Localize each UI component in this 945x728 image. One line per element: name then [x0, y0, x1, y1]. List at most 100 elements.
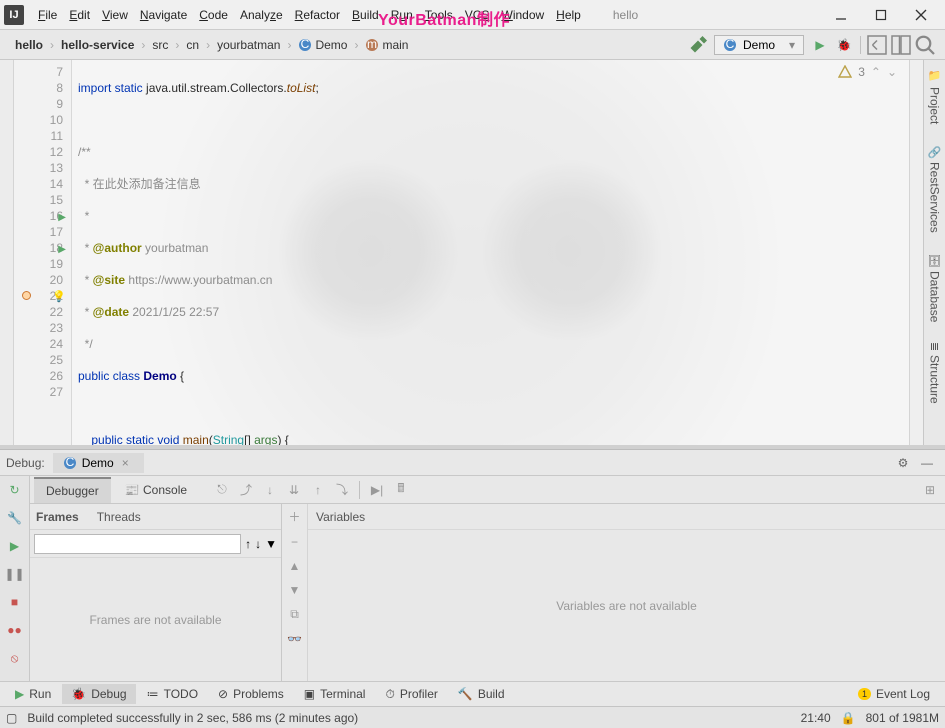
debug-title-label: Debug: — [6, 456, 45, 470]
tool-windows-icon[interactable]: ▢ — [6, 711, 17, 725]
caret-position[interactable]: 21:40 — [801, 711, 831, 725]
maximize-button[interactable] — [861, 1, 901, 29]
inspection-widget[interactable]: 3 ⌃⌄ — [838, 64, 897, 80]
close-button[interactable] — [901, 1, 941, 29]
tab-debugger[interactable]: Debugger — [34, 477, 111, 503]
stop-icon[interactable]: ■ — [5, 592, 25, 612]
menu-edit[interactable]: Edit — [63, 8, 96, 22]
tab-problems[interactable]: ⊘Problems — [209, 684, 293, 704]
menu-code[interactable]: Code — [193, 8, 234, 22]
modify-run-icon[interactable]: 🔧 — [5, 508, 25, 528]
menu-tools[interactable]: Tools — [419, 8, 459, 22]
debug-action-toolbar: ↻ 🔧 ▶ ❚❚ ■ ●● ⦸ — [0, 476, 30, 681]
breakpoint-icon[interactable] — [22, 291, 31, 300]
pause-icon[interactable]: ❚❚ — [5, 564, 25, 584]
crumb-method[interactable]: mmain — [358, 37, 415, 53]
bottom-tool-tabs: ▶Run 🐞Debug ≔TODO ⊘Problems ▣Terminal ⏱P… — [0, 681, 945, 706]
crumb-module[interactable]: hello-service — [54, 37, 141, 53]
step-over-icon[interactable]: ⤴ — [235, 479, 257, 501]
status-bar: ▢ Build completed successfully in 2 sec,… — [0, 706, 945, 728]
search-everywhere-icon[interactable] — [913, 33, 937, 57]
minimize-button[interactable] — [821, 1, 861, 29]
run-to-cursor-icon[interactable]: ▶| — [366, 479, 388, 501]
crumb-src[interactable]: src — [145, 37, 175, 53]
menu-navigate[interactable]: Navigate — [134, 8, 193, 22]
build-hammer-icon[interactable] — [686, 33, 710, 57]
layout-settings-icon[interactable]: ⊞ — [919, 479, 941, 501]
menu-run[interactable]: Run — [385, 8, 419, 22]
debug-button[interactable]: 🐞 — [832, 33, 856, 57]
lock-icon[interactable]: 🔒 — [841, 711, 856, 725]
menu-analyze[interactable]: Analyze — [234, 8, 289, 22]
step-into-icon[interactable]: ↓ — [259, 479, 281, 501]
crumb-pkg-yourbatman[interactable]: yourbatman — [210, 37, 287, 53]
tab-event-log[interactable]: 1Event Log — [849, 684, 939, 704]
menu-build[interactable]: Build — [346, 8, 385, 22]
menu-view[interactable]: View — [96, 8, 134, 22]
intention-bulb-icon[interactable]: 💡 — [52, 289, 66, 305]
tab-build[interactable]: 🔨Build — [449, 684, 514, 704]
crumb-class[interactable]: CDemo — [291, 37, 354, 53]
run-config-selector[interactable]: C Demo ▾ — [714, 35, 804, 55]
svg-text:C: C — [65, 456, 74, 469]
nav-to-source-icon[interactable] — [865, 33, 889, 57]
status-message: Build completed successfully in 2 sec, 5… — [27, 711, 358, 725]
editor-scrollbar[interactable] — [909, 60, 923, 445]
subtab-threads[interactable]: Threads — [97, 510, 141, 524]
tab-restservices[interactable]: 🔗 RestServices — [926, 141, 944, 237]
tab-debug[interactable]: 🐞Debug — [62, 684, 135, 704]
tab-console[interactable]: 📰 Console — [113, 478, 199, 502]
tab-project[interactable]: 📁 Project — [926, 66, 944, 129]
run-config-label: Demo — [743, 38, 775, 52]
memory-indicator[interactable]: 801 of 1981M — [866, 711, 939, 725]
code-editor[interactable]: 3 ⌃⌄ 78910 11121314 15 16▶ 17 18▶ 1920 2… — [14, 60, 923, 445]
rerun-icon[interactable]: ↻ — [5, 480, 25, 500]
title-bar: IJ File Edit View Navigate Code Analyze … — [0, 0, 945, 30]
tab-database[interactable]: 🗄 Database — [926, 249, 944, 326]
mute-breakpoints-icon[interactable]: ⦸ — [5, 648, 25, 668]
step-out-icon[interactable]: ↑ — [307, 479, 329, 501]
tab-terminal[interactable]: ▣Terminal — [295, 684, 375, 704]
tab-todo[interactable]: ≔TODO — [138, 684, 207, 704]
close-tab-icon[interactable]: × — [122, 456, 134, 470]
tab-profiler[interactable]: ⏱Profiler — [376, 684, 446, 705]
tab-run[interactable]: ▶Run — [6, 684, 60, 704]
watch-down-icon[interactable]: ▼ — [289, 583, 301, 597]
drop-frame-icon[interactable]: ⤵ — [331, 479, 353, 501]
watches-view-icon[interactable]: 👓 — [287, 632, 302, 646]
menu-help[interactable]: Help — [550, 8, 587, 22]
run-button[interactable]: ▶ — [808, 33, 832, 57]
subtab-frames[interactable]: Frames — [36, 510, 79, 524]
view-breakpoints-icon[interactable]: ●● — [5, 620, 25, 640]
thread-selector[interactable] — [34, 534, 241, 554]
resume-icon[interactable]: ▶ — [5, 536, 25, 556]
copy-watch-icon[interactable]: ⧉ — [290, 607, 299, 622]
left-gutter-strip[interactable] — [0, 60, 14, 445]
menu-window[interactable]: Window — [495, 8, 550, 22]
ide-logo-icon: IJ — [4, 5, 24, 25]
force-step-into-icon[interactable]: ⇊ — [283, 479, 305, 501]
show-exec-icon[interactable]: ⎋ — [211, 479, 233, 501]
tab-structure[interactable]: ≣ Structure — [926, 338, 944, 408]
crumb-project[interactable]: hello — [8, 37, 50, 53]
crumb-pkg-cn[interactable]: cn — [179, 37, 206, 53]
evaluate-icon[interactable]: 🖩 — [390, 479, 412, 501]
frame-down-icon[interactable]: ↓ — [255, 537, 261, 551]
line-number-gutter[interactable]: 78910 11121314 15 16▶ 17 18▶ 1920 21💡 22… — [14, 60, 72, 445]
add-watch-icon[interactable]: ＋ — [288, 508, 300, 525]
frame-filter-icon[interactable]: ▼ — [265, 537, 277, 551]
debug-hide-icon[interactable]: — — [915, 451, 939, 475]
menu-refactor[interactable]: Refactor — [289, 8, 346, 22]
remove-watch-icon[interactable]: − — [291, 535, 298, 549]
menu-vcs[interactable]: VCS — [459, 8, 496, 22]
window-title: hello — [613, 8, 638, 22]
nav-toolbar: hello › hello-service › src › cn › yourb… — [0, 30, 945, 60]
select-in-icon[interactable] — [889, 33, 913, 57]
debug-settings-icon[interactable]: ⚙ — [891, 451, 915, 475]
debug-run-tab[interactable]: C Demo × — [53, 453, 144, 473]
watch-up-icon[interactable]: ▲ — [289, 559, 301, 573]
code-area[interactable]: import static java.util.stream.Collector… — [72, 60, 909, 445]
variables-empty-text: Variables are not available — [308, 530, 945, 681]
menu-file[interactable]: File — [32, 8, 63, 22]
frame-up-icon[interactable]: ↑ — [245, 537, 251, 551]
